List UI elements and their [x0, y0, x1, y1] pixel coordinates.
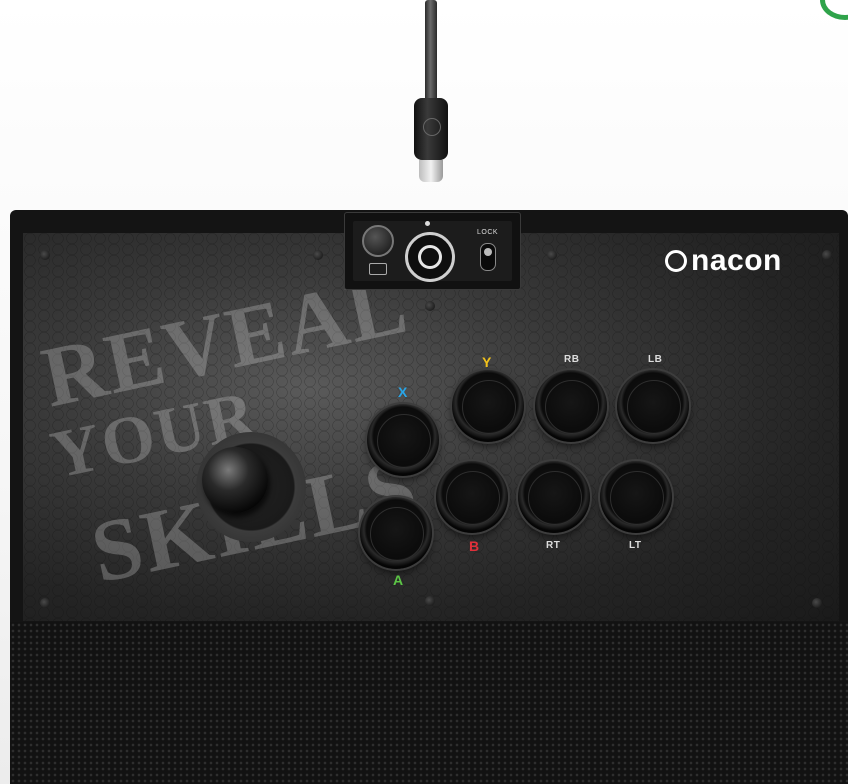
label-lt: LT: [629, 540, 642, 551]
label-rb: RB: [564, 354, 580, 365]
button-lt[interactable]: [600, 461, 672, 533]
share-button[interactable]: [362, 225, 394, 257]
wrist-rest-panel: [10, 622, 848, 784]
brand-logo: nacon: [665, 246, 782, 276]
button-rt[interactable]: [518, 461, 590, 533]
usb-c-plug: [419, 160, 443, 182]
label-y: Y: [482, 354, 492, 370]
profile-switch-button[interactable]: [369, 263, 387, 275]
brand-name: nacon: [691, 244, 782, 277]
lock-switch[interactable]: [480, 243, 496, 271]
nacon-logo-icon: [665, 250, 687, 272]
xbox-logo-icon: [418, 245, 442, 269]
screw-icon: [425, 596, 435, 606]
xbox-guide-button[interactable]: [405, 232, 455, 282]
joystick-ball-top[interactable]: [202, 447, 268, 513]
button-b[interactable]: [436, 461, 508, 533]
product-photo: REVEAL YOUR SKILLS LOCK nacon X Y RB LB …: [0, 0, 848, 784]
screw-icon: [812, 598, 822, 608]
label-x: X: [398, 384, 408, 400]
label-b: B: [469, 538, 480, 554]
connector-logo-icon: [423, 118, 441, 136]
lock-label: LOCK: [477, 229, 499, 236]
button-lb[interactable]: [617, 370, 689, 442]
screw-icon: [425, 301, 435, 311]
button-x[interactable]: [367, 404, 439, 476]
screw-icon: [822, 250, 832, 260]
screw-icon: [313, 250, 323, 260]
status-led: [425, 221, 430, 226]
button-y[interactable]: [452, 370, 524, 442]
green-accent-icon: [820, 0, 848, 20]
button-a[interactable]: [360, 497, 432, 569]
usb-cable: [425, 0, 437, 110]
screw-icon: [40, 598, 50, 608]
label-rt: RT: [546, 540, 561, 551]
screw-icon: [547, 250, 557, 260]
screw-icon: [40, 250, 50, 260]
button-rb[interactable]: [535, 370, 607, 442]
label-a: A: [393, 572, 404, 588]
lock-switch-knob: [484, 248, 492, 256]
label-lb: LB: [648, 354, 663, 365]
usb-c-connector: [414, 98, 448, 160]
